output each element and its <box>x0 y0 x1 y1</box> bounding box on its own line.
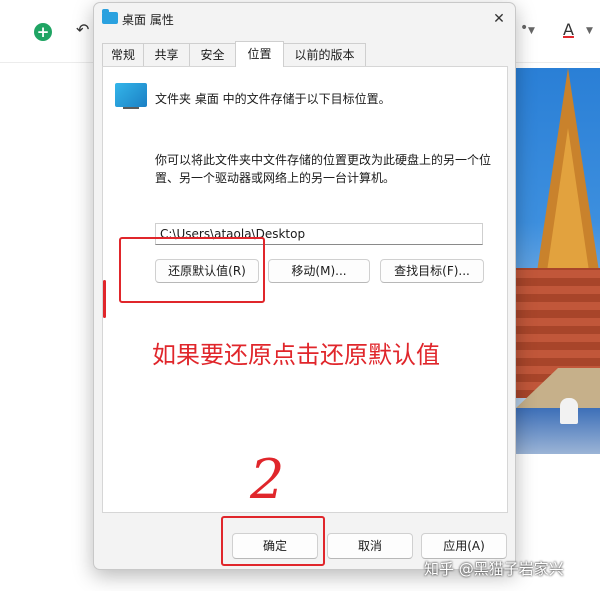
dialog-titlebar[interactable]: 桌面 属性 ✕ <box>94 3 515 35</box>
cancel-button[interactable]: 取消 <box>327 533 413 559</box>
watermark: 知乎 @黑猫子岩家兴 <box>424 560 564 578</box>
desktop-folder-icon <box>115 83 147 109</box>
temple-image <box>516 68 600 454</box>
annotation-step-number: 2 <box>250 448 285 511</box>
restore-highlight-box <box>119 237 265 303</box>
location-info: 文件夹 桌面 中的文件存储于以下目标位置。 <box>155 92 391 106</box>
dialog-title: 桌面 属性 <box>122 13 174 27</box>
tab-previous-versions[interactable]: 以前的版本 <box>283 43 366 66</box>
close-icon[interactable]: ✕ <box>488 9 510 29</box>
annotation-note: 如果要还原点击还原默认值 <box>152 341 440 369</box>
folder-icon <box>102 9 118 24</box>
annotation-mark <box>103 280 106 318</box>
undo-icon[interactable]: ↶ <box>76 20 89 39</box>
chevron-down-icon[interactable]: ▼ <box>586 26 593 36</box>
tab-security[interactable]: 安全 <box>189 43 236 66</box>
ok-highlight-box <box>221 516 325 566</box>
find-target-button[interactable]: 查找目标(F)... <box>380 259 484 283</box>
move-button[interactable]: 移动(M)... <box>268 259 370 283</box>
tab-sharing[interactable]: 共享 <box>143 43 190 66</box>
location-description: 你可以将此文件夹中文件存储的位置更改为此硬盘上的另一个位置、另一个驱动器或网络上… <box>155 153 492 185</box>
tab-general[interactable]: 常规 <box>102 43 144 66</box>
plus-circle-icon[interactable]: + <box>34 23 52 41</box>
chevron-down-icon[interactable]: ▼ <box>528 26 535 36</box>
font-color-icon[interactable]: A <box>563 20 574 39</box>
tab-location[interactable]: 位置 <box>235 41 284 67</box>
apply-button[interactable]: 应用(A) <box>421 533 507 559</box>
